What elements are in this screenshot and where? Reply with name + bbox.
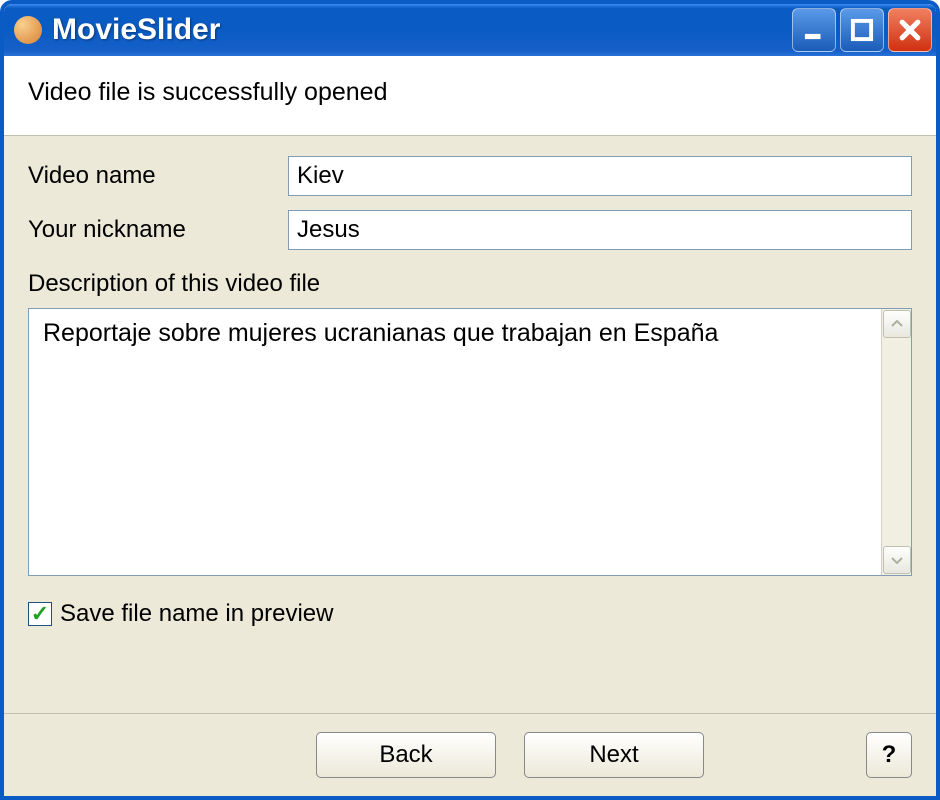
description-field[interactable]: Reportaje sobre mujeres ucranianas que t… bbox=[28, 308, 912, 576]
app-window: MovieSlider Video file is successfully o… bbox=[0, 0, 940, 800]
nickname-row: Your nickname bbox=[28, 210, 912, 250]
save-filename-row: ✓ Save file name in preview bbox=[28, 600, 912, 628]
back-button[interactable]: Back bbox=[316, 732, 496, 778]
close-button[interactable] bbox=[888, 8, 932, 52]
maximize-icon bbox=[849, 17, 875, 43]
scrollbar[interactable] bbox=[881, 309, 911, 575]
check-icon: ✓ bbox=[31, 603, 49, 625]
nickname-label: Your nickname bbox=[28, 216, 288, 244]
scroll-down-button[interactable] bbox=[883, 546, 911, 574]
status-text: Video file is successfully opened bbox=[28, 78, 912, 107]
next-button[interactable]: Next bbox=[524, 732, 704, 778]
footer: Back Next ? bbox=[4, 713, 936, 796]
maximize-button[interactable] bbox=[840, 8, 884, 52]
window-title: MovieSlider bbox=[52, 13, 792, 47]
minimize-button[interactable] bbox=[792, 8, 836, 52]
nickname-input[interactable] bbox=[288, 210, 912, 250]
save-filename-checkbox[interactable]: ✓ bbox=[28, 602, 52, 626]
scroll-up-button[interactable] bbox=[883, 310, 911, 338]
video-name-row: Video name bbox=[28, 156, 912, 196]
description-label: Description of this video file bbox=[28, 270, 912, 298]
title-buttons bbox=[792, 8, 932, 52]
description-text[interactable]: Reportaje sobre mujeres ucranianas que t… bbox=[29, 309, 881, 575]
video-name-label: Video name bbox=[28, 162, 288, 190]
status-header: Video file is successfully opened bbox=[4, 56, 936, 136]
save-filename-label: Save file name in preview bbox=[60, 600, 333, 628]
chevron-up-icon bbox=[891, 320, 903, 328]
minimize-icon bbox=[801, 17, 827, 43]
app-icon bbox=[14, 16, 42, 44]
titlebar[interactable]: MovieSlider bbox=[4, 4, 936, 56]
content-area: Video name Your nickname Description of … bbox=[4, 136, 936, 713]
video-name-input[interactable] bbox=[288, 156, 912, 196]
close-icon bbox=[897, 17, 923, 43]
chevron-down-icon bbox=[891, 556, 903, 564]
help-button[interactable]: ? bbox=[866, 732, 912, 778]
